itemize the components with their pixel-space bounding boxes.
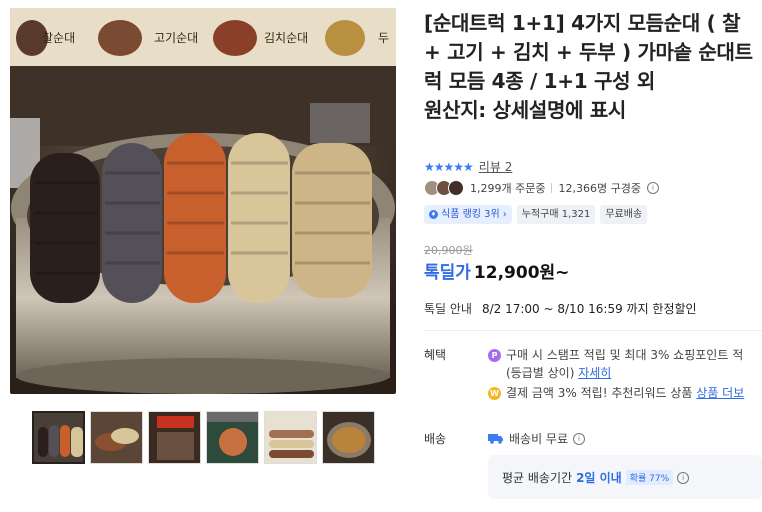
shipping-fee-row: 배송비 무료 i [488,430,586,447]
shipping-label: 배송 [424,432,447,446]
shipping-fee: 배송비 무료 [509,432,569,446]
thumbnail-2[interactable] [90,411,143,464]
delivery-prefix: 평균 배송기간 [502,471,573,485]
price-row: 톡딜가 12,900원~ [424,258,569,283]
buyer-avatars [424,180,464,196]
sign-dubu: 두 [378,31,389,45]
truck-icon [488,434,503,444]
benefit-label: 혜택 [424,348,447,362]
order-count: 1,299개 주문중 [470,182,546,195]
more-products-link[interactable]: 상품 더보 [696,386,744,400]
avatar [448,180,464,196]
chevron-right-icon: › [502,209,507,220]
star-rating-icon: ★★★★★ [424,159,474,174]
sundae-steamer-illustration: 찰순대 고기순대 김치순대 두 [10,8,396,394]
delivery-estimate: 평균 배송기간 2일 이내 확률 77% i [502,469,690,486]
point-icon: P [488,349,501,362]
thumbnail-3[interactable] [148,411,201,464]
benefit-detail-link[interactable]: 자세히 [578,366,611,380]
cumulative-badge: 누적구매 1,321 [516,205,596,224]
viewer-count: 12,366명 구경중 [558,182,641,195]
benefit-line-2: (등급별 상이) 자세히 [506,364,611,381]
original-price: 20,900원 [424,244,473,257]
stats-row: 1,299개 주문중 12,366명 구경중 i [424,180,659,196]
ranking-badge[interactable]: ♦ 식품 랭킹 3위 › [424,205,512,224]
origin-text: 원산지: 상세설명에 표시 [424,98,627,122]
benefit-text-1: 구매 시 스탬프 적립 및 최대 3% 쇼핑포인트 적 [506,348,744,362]
sign-gogi: 고기순대 [154,31,198,45]
sign-chal: 찰순대 [42,31,75,45]
deal-period: 8/2 17:00 ~ 8/10 16:59 까지 한정할인 [481,302,697,316]
deal-info: 톡딜 안내 8/2 17:00 ~ 8/10 16:59 까지 한정할인 [424,300,697,317]
review-link[interactable]: 리뷰 2 [479,158,513,175]
current-price: 12,900원~ [473,263,570,283]
info-icon[interactable]: i [573,432,586,445]
ranking-icon: ♦ [429,210,438,219]
section-divider [424,330,762,331]
rating-row: ★★★★★ 리뷰 2 [424,158,512,175]
sign-kimchi: 김치순대 [264,31,308,45]
benefit-line-3: W 결제 금액 3% 적립! 추천리워드 상품 상품 더보 [488,384,744,401]
delivery-probability-badge: 확률 77% [625,470,674,485]
thumbnail-4[interactable] [206,411,259,464]
info-icon[interactable]: i [646,182,659,194]
delivery-estimate-box: 평균 배송기간 2일 이내 확률 77% i [488,455,762,499]
deal-info-label: 톡딜 안내 [424,302,472,316]
ranking-label: 식품 랭킹 3위 [441,209,500,220]
info-icon[interactable]: i [677,471,690,484]
deal-price-label: 톡딜가 [424,263,471,283]
thumbnail-strip [32,411,375,464]
benefit-line-1: P 구매 시 스탬프 적립 및 최대 3% 쇼핑포인트 적 [488,346,743,363]
thumbnail-6[interactable] [322,411,375,464]
product-title-block: [순대트럭 1+1] 4가지 모듬순대 ( 찰 + 고기 + 김치 + 두부 )… [424,9,760,125]
main-product-image[interactable]: 찰순대 고기순대 김치순대 두 [10,8,396,394]
benefit-text-3: 결제 금액 3% 적립! 추천리워드 상품 [506,386,693,400]
product-title: [순대트럭 1+1] 4가지 모듬순대 ( 찰 + 고기 + 김치 + 두부 )… [424,11,753,93]
thumbnail-1[interactable] [32,411,85,464]
thumbnail-5[interactable] [264,411,317,464]
reward-coin-icon: W [488,387,501,400]
free-shipping-badge: 무료배송 [600,205,648,224]
delivery-days: 2일 이내 [576,471,622,485]
divider [551,183,553,193]
benefit-text-2: (등급별 상이) [506,366,575,380]
badge-row: ♦ 식품 랭킹 3위 › 누적구매 1,321 무료배송 [424,205,648,224]
